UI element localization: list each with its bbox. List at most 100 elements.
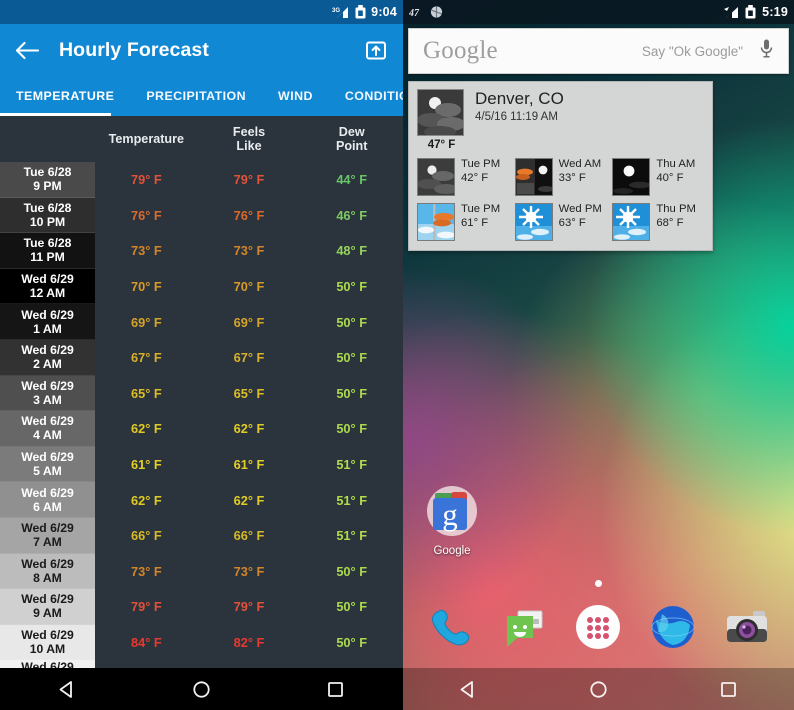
row-date: Wed 6/29 — [21, 521, 74, 536]
widget-forecast-label: Thu PM — [656, 203, 696, 215]
row-date: Wed 6/29 — [21, 485, 74, 500]
row-dew-point-value: 51° F — [336, 492, 368, 508]
cloud-sync-icon — [429, 5, 444, 19]
widget-forecast-cell[interactable]: Wed AM 33° F — [514, 158, 607, 196]
widget-forecast-grid: Tue PM 42° F Wed AM 33° F Thu AM 40° F T… — [417, 158, 704, 241]
row-feels-like-value: 62° F — [233, 421, 265, 437]
left-navigation-bar — [0, 668, 403, 710]
tab-temperature[interactable]: TEMPERATURE — [0, 76, 130, 116]
table-row[interactable]: Wed 6/29 12 AM 70° F 70° F 50° F — [0, 268, 403, 305]
open-in-new-icon[interactable] — [361, 35, 391, 65]
row-temperature-value: 62° F — [130, 492, 162, 508]
row-time-cell: Wed 6/29 9 AM — [0, 589, 95, 625]
nav-home-icon[interactable] — [179, 668, 223, 710]
row-time-cell: Tue 6/28 9 PM — [0, 162, 95, 198]
messaging-icon[interactable] — [498, 601, 550, 653]
row-date: Tue 6/28 — [23, 200, 72, 215]
row-hour: 8 AM — [33, 570, 62, 585]
table-row[interactable]: Wed 6/29 3 AM 65° F 65° F 50° F — [0, 375, 403, 412]
widget-datetime: 4/5/16 11:19 AM — [475, 111, 558, 123]
row-time-cell: Wed 6/29 7 AM — [0, 517, 95, 554]
row-date: Tue 6/28 — [23, 236, 72, 251]
nav-recents-icon[interactable] — [314, 668, 358, 710]
right-navigation-bar — [403, 668, 794, 710]
widget-forecast-cell[interactable]: Wed PM 63° F — [514, 203, 607, 241]
row-dew-point-value: 50° F — [336, 314, 368, 330]
browser-icon[interactable] — [647, 601, 699, 653]
row-dew-point-value: 46° F — [336, 207, 368, 223]
weather-widget[interactable]: 47° F Denver, CO 4/5/16 11:19 AM Tue PM … — [408, 81, 713, 251]
row-feels-like-value: 82° F — [233, 635, 265, 651]
widget-forecast-cell[interactable]: Tue PM 42° F — [417, 158, 509, 196]
table-row[interactable]: Wed 6/29 7 AM 66° F 66° F 51° F — [0, 517, 403, 554]
row-time-cell: Tue 6/28 10 PM — [0, 197, 95, 234]
table-row[interactable]: Wed 6/29 9 AM 79° F 79° F 50° F — [0, 589, 403, 625]
row-temperature-value: 66° F — [130, 528, 162, 544]
table-row[interactable]: Wed 6/29 6 AM 62° F 62° F 51° F — [0, 482, 403, 518]
google-logo-text: Google — [423, 37, 498, 64]
nav-back-icon[interactable] — [446, 668, 490, 710]
header-feels-like: Feels Like — [232, 125, 266, 153]
row-dew-point-value: 50° F — [336, 385, 368, 401]
table-row[interactable]: Tue 6/28 9 PM 79° F 79° F 44° F — [0, 162, 403, 198]
network-3g-icon: 3G — [332, 6, 350, 19]
widget-forecast-temp: 33° F — [558, 171, 586, 184]
app-shortcut-label: Google — [433, 545, 471, 557]
table-row[interactable]: Wed 6/29 8 AM 73° F 73° F 50° F — [0, 553, 403, 590]
table-row[interactable]: Wed 6/29 1 AM 69° F 69° F 50° F — [0, 304, 403, 340]
table-row[interactable]: Tue 6/28 10 PM 76° F 76° F 46° F — [0, 197, 403, 234]
widget-forecast-cell[interactable]: Thu AM 40° F — [612, 158, 704, 196]
weather-app-pane: 3G 9:04 Hourly Forecast TEMPERATURE PREC… — [0, 0, 403, 710]
tab-conditions[interactable]: CONDITIONS — [329, 76, 403, 116]
row-time-cell: Wed 6/29 10 AM — [0, 624, 95, 661]
row-feels-like-value: 79° F — [233, 172, 265, 188]
app-shortcut-google[interactable]: g Google — [421, 485, 483, 557]
widget-forecast-label: Thu AM — [656, 158, 696, 170]
widget-forecast-cell[interactable]: Thu PM 68° F — [612, 203, 704, 241]
tab-wind[interactable]: WIND — [262, 76, 329, 116]
table-row[interactable]: Wed 6/29 10 AM 84° F 82° F 50° F — [0, 624, 403, 661]
row-date: Wed 6/29 — [21, 556, 74, 571]
screenshot-root: 3G 9:04 Hourly Forecast TEMPERATURE PREC… — [0, 0, 794, 710]
row-temperature-value: 79° F — [130, 172, 162, 188]
google-folder-icon: g — [427, 486, 477, 536]
google-search-bar[interactable]: Google Say "Ok Google" — [408, 28, 789, 74]
widget-forecast-label: Wed PM — [558, 203, 602, 215]
nav-home-icon[interactable] — [576, 668, 620, 710]
row-feels-like-value: 73° F — [233, 563, 265, 579]
table-row[interactable]: Wed 6/29 2 AM 67° F 67° F 50° F — [0, 339, 403, 376]
row-hour: 9 PM — [33, 179, 62, 194]
right-clock: 5:19 — [762, 5, 788, 19]
row-dew-point-value: 44° F — [336, 172, 368, 188]
tab-precipitation[interactable]: PRECIPITATION — [130, 76, 262, 116]
widget-forecast-row-am: Tue PM 42° F Wed AM 33° F Thu AM 40° F — [417, 158, 704, 196]
app-drawer-icon[interactable] — [572, 601, 624, 653]
nav-recents-icon[interactable] — [707, 668, 751, 710]
phone-icon[interactable] — [424, 601, 476, 653]
row-dew-point-value: 48° F — [336, 243, 368, 259]
row-date: Wed 6/29 — [21, 592, 74, 607]
ok-google-hint: Say "Ok Google" — [641, 43, 743, 59]
row-time-cell: Wed 6/29 3 AM — [0, 375, 95, 412]
table-row[interactable]: Tue 6/28 11 PM 73° F 73° F 48° F — [0, 233, 403, 269]
back-arrow-icon[interactable] — [12, 35, 42, 65]
table-row[interactable]: Wed 6/29 5 AM 61° F 61° F 51° F — [0, 446, 403, 483]
row-dew-point-value: 50° F — [336, 279, 368, 295]
47-badge-icon: 47 — [409, 6, 423, 19]
widget-forecast-cell[interactable]: Tue PM 61° F — [417, 203, 509, 241]
nav-back-icon[interactable] — [45, 668, 89, 710]
battery-icon — [745, 5, 756, 19]
table-row[interactable]: Wed 6/29 4 AM 62° F 62° F 50° F — [0, 411, 403, 447]
row-time-cell: Wed 6/29 12 AM — [0, 268, 95, 305]
row-date: Wed 6/29 — [21, 628, 74, 643]
hourly-forecast-table[interactable]: Temperature Feels Like Dew Point Tue 6/28 9… — [0, 116, 403, 710]
row-time-cell: Wed 6/29 5 AM — [0, 446, 95, 483]
android-home-pane: 47 5:19 Google Say "Ok Google" 47° F Den… — [403, 0, 794, 710]
row-feels-like-value: 69° F — [233, 314, 265, 330]
row-dew-point-value: 51° F — [336, 528, 368, 544]
camera-icon[interactable] — [721, 601, 773, 653]
app-bar: Hourly Forecast — [0, 24, 403, 76]
row-hour: 9 AM — [33, 606, 62, 621]
microphone-icon[interactable] — [759, 38, 774, 64]
row-date: Wed 6/29 — [21, 272, 74, 287]
